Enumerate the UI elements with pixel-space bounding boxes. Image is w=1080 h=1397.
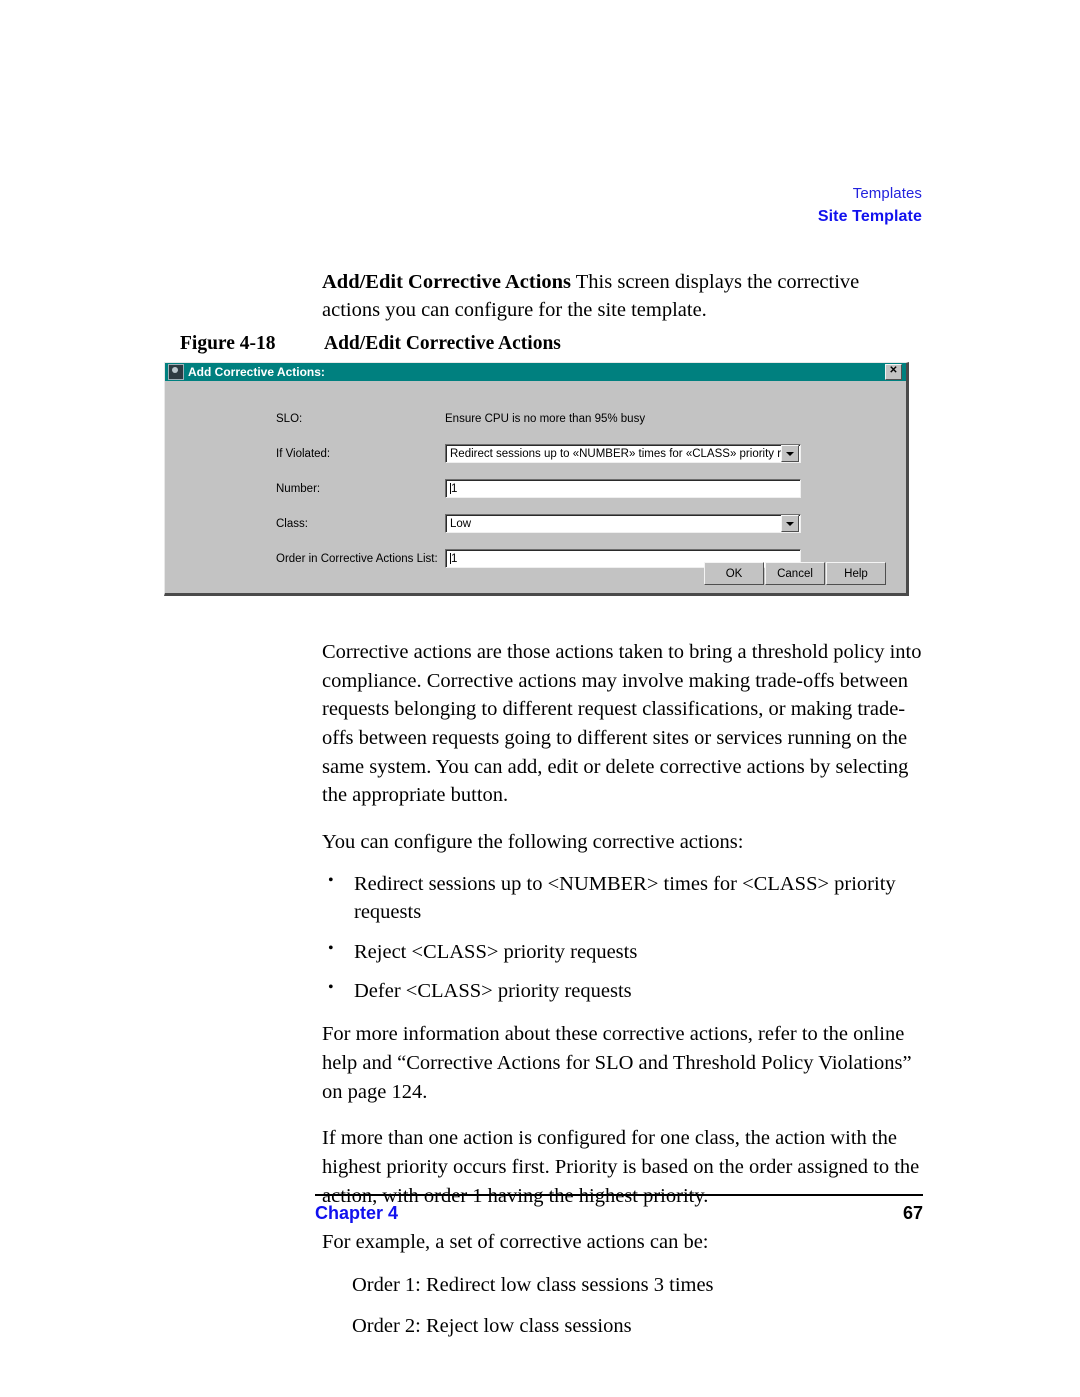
corrective-actions-list: Redirect sessions up to <NUMBER> times f… bbox=[322, 870, 922, 1007]
paragraph-5: For example, a set of corrective actions… bbox=[322, 1231, 709, 1254]
class-value: Low bbox=[450, 517, 472, 530]
if-violated-row: If Violated: Redirect sessions up to «NU… bbox=[189, 444, 882, 463]
figure-caption: Figure 4-18 Add/Edit Corrective Actions bbox=[180, 333, 920, 355]
number-value: 1 bbox=[446, 483, 800, 495]
dialog-title: Add Corrective Actions: bbox=[188, 365, 325, 379]
paragraph-4: If more than one action is configured fo… bbox=[322, 1127, 920, 1207]
dialog-button-row: OK Cancel Help bbox=[703, 562, 886, 585]
cancel-button[interactable]: Cancel bbox=[765, 562, 825, 585]
list-item: Defer <CLASS> priority requests bbox=[322, 977, 922, 1006]
order-example-1: Order 1: Redirect low class sessions 3 t… bbox=[352, 1274, 714, 1297]
page-number: 67 bbox=[902, 1203, 923, 1223]
list-item: Redirect sessions up to <NUMBER> times f… bbox=[322, 870, 922, 927]
chevron-down-icon[interactable] bbox=[781, 445, 799, 462]
running-head-subsection: Site Template bbox=[817, 208, 922, 225]
class-row: Class: Low bbox=[189, 514, 882, 533]
list-item: Reject <CLASS> priority requests bbox=[322, 938, 922, 967]
order-example-2: Order 2: Reject low class sessions bbox=[352, 1314, 632, 1337]
paragraph-3: For more information about these correct… bbox=[322, 1023, 912, 1103]
paragraph-1: Corrective actions are those actions tak… bbox=[322, 641, 922, 807]
figure-title: Add/Edit Corrective Actions bbox=[324, 333, 561, 354]
running-head: Templates Site Template bbox=[818, 186, 922, 225]
dialog-body: SLO: Ensure CPU is no more than 95% busy… bbox=[165, 381, 906, 593]
body-copy: Corrective actions are those actions tak… bbox=[322, 638, 922, 1353]
paragraph-2: You can configure the following correcti… bbox=[322, 831, 744, 854]
class-dropdown[interactable]: Low bbox=[445, 514, 801, 533]
add-corrective-actions-dialog: Add Corrective Actions: ✕ SLO: Ensure CP… bbox=[164, 362, 909, 596]
if-violated-value: Redirect sessions up to «NUMBER» times f… bbox=[450, 447, 781, 460]
footer-divider bbox=[315, 1194, 923, 1196]
close-icon[interactable]: ✕ bbox=[885, 364, 902, 380]
slo-row: SLO: Ensure CPU is no more than 95% busy bbox=[189, 409, 882, 428]
number-input[interactable]: 1 bbox=[445, 479, 801, 498]
figure-number: Figure 4-18 bbox=[180, 333, 276, 354]
running-head-section: Templates bbox=[852, 185, 922, 202]
chapter-label: Chapter 4 bbox=[315, 1203, 399, 1223]
app-icon bbox=[168, 364, 184, 380]
page-footer: Chapter 4 67 bbox=[315, 1203, 923, 1224]
slo-label: SLO: bbox=[276, 412, 303, 425]
order-label: Order in Corrective Actions List: bbox=[276, 552, 438, 565]
intro-paragraph: Add/Edit Corrective Actions This screen … bbox=[322, 268, 922, 325]
number-label: Number: bbox=[276, 482, 321, 495]
chevron-down-icon[interactable] bbox=[781, 515, 799, 532]
help-button[interactable]: Help bbox=[826, 562, 886, 585]
dialog-titlebar: Add Corrective Actions: ✕ bbox=[165, 363, 906, 381]
if-violated-label: If Violated: bbox=[276, 447, 331, 460]
ok-button[interactable]: OK bbox=[704, 562, 764, 585]
if-violated-dropdown[interactable]: Redirect sessions up to «NUMBER» times f… bbox=[445, 444, 801, 463]
slo-value: Ensure CPU is no more than 95% busy bbox=[445, 412, 646, 425]
number-row: Number: 1 bbox=[189, 479, 882, 498]
intro-lead-term: Add/Edit Corrective Actions bbox=[322, 271, 572, 293]
class-label: Class: bbox=[276, 517, 308, 530]
